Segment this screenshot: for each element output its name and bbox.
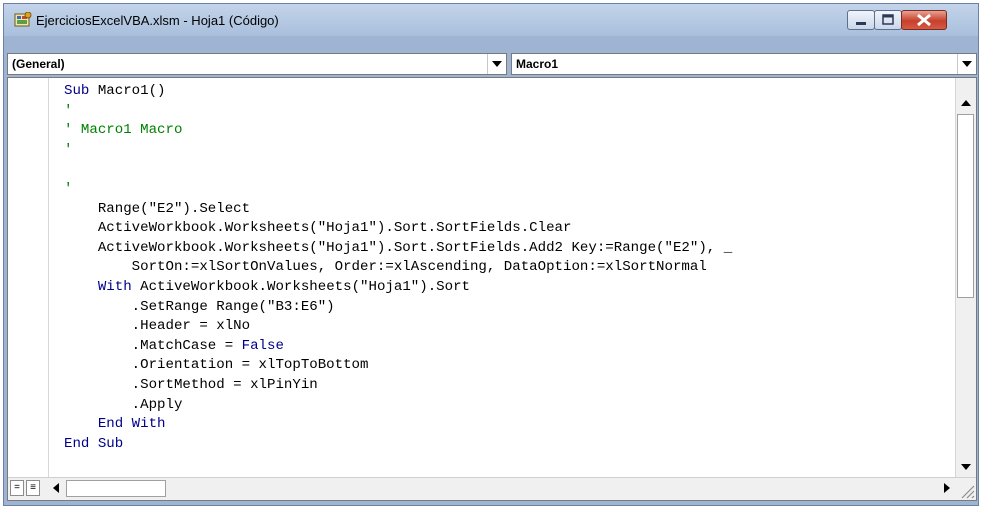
code-text-run: .MatchCase = <box>64 337 242 354</box>
horizontal-scroll-thumb[interactable] <box>66 480 166 497</box>
code-line[interactable]: With ActiveWorkbook.Worksheets("Hoja1").… <box>64 278 732 298</box>
code-line[interactable] <box>64 160 732 180</box>
scroll-right-icon[interactable] <box>937 479 956 497</box>
title-bar[interactable]: EjerciciosExcelVBA.xlsm - Hoja1 (Código) <box>4 4 978 36</box>
procedure-combos: (General) Macro1 <box>7 53 977 75</box>
code-line[interactable]: End Sub <box>64 435 732 455</box>
code-line[interactable]: Range("E2").Select <box>64 200 732 220</box>
object-dropdown[interactable]: (General) <box>7 53 507 75</box>
full-module-view-button[interactable]: ≡ <box>26 480 40 496</box>
code-text-run: ActiveWorkbook.Worksheets("Hoja1").Sort <box>131 278 470 295</box>
code-keyword: With <box>97 278 132 295</box>
vertical-scrollbar[interactable] <box>955 78 976 478</box>
code-line[interactable]: SortOn:=xlSortOnValues, Order:=xlAscendi… <box>64 258 732 278</box>
code-line[interactable]: ActiveWorkbook.Worksheets("Hoja1").Sort.… <box>64 219 732 239</box>
chevron-down-icon[interactable] <box>957 54 976 74</box>
code-keyword: False <box>241 337 284 354</box>
code-text-run <box>64 279 98 295</box>
code-line[interactable]: ActiveWorkbook.Worksheets("Hoja1").Sort.… <box>64 239 732 259</box>
scroll-down-icon[interactable] <box>956 458 975 476</box>
margin-indicator-bar[interactable] <box>8 78 49 478</box>
close-icon <box>917 13 931 27</box>
code-text[interactable]: Sub Macro1() ' ' Macro1 Macro ' ' Range("E2"… <box>64 82 732 454</box>
maximize-button[interactable] <box>874 10 902 30</box>
window-title: EjerciciosExcelVBA.xlsm - Hoja1 (Código) <box>36 13 279 28</box>
procedure-dropdown-value: Macro1 <box>516 57 559 71</box>
horizontal-scrollbar[interactable] <box>46 479 956 498</box>
vertical-scroll-thumb[interactable] <box>957 114 974 298</box>
code-text-run: Macro1() <box>89 83 166 99</box>
code-line[interactable]: ' <box>64 180 732 200</box>
code-window: EjerciciosExcelVBA.xlsm - Hoja1 (Código)… <box>3 3 979 506</box>
chevron-down-icon[interactable] <box>487 54 506 74</box>
code-line[interactable]: Sub Macro1() <box>64 82 732 102</box>
code-line[interactable]: ' <box>64 141 732 161</box>
code-keyword: Sub <box>64 83 90 99</box>
bottom-bar: = ≡ <box>8 477 976 500</box>
code-line[interactable]: ' Macro1 Macro <box>64 121 732 141</box>
code-line[interactable]: .Apply <box>64 396 732 416</box>
code-editor[interactable]: Sub Macro1() ' ' Macro1 Macro ' ' Range("E2"… <box>7 77 977 501</box>
code-line[interactable]: .SetRange Range("B3:E6") <box>64 298 732 318</box>
close-button[interactable] <box>901 10 947 30</box>
procedure-view-button[interactable]: = <box>10 480 24 496</box>
minimize-button[interactable] <box>847 10 875 30</box>
minimize-icon <box>856 22 866 25</box>
vba-module-icon <box>14 12 32 27</box>
code-line[interactable]: ' <box>64 102 732 122</box>
code-line[interactable]: .Orientation = xlTopToBottom <box>64 356 732 376</box>
scroll-up-icon[interactable] <box>956 94 975 112</box>
scroll-left-icon[interactable] <box>46 479 65 497</box>
procedure-dropdown[interactable]: Macro1 <box>511 53 977 75</box>
code-line[interactable]: .MatchCase = False <box>64 337 732 357</box>
code-line[interactable]: End With <box>64 415 732 435</box>
code-line[interactable]: .Header = xlNo <box>64 317 732 337</box>
maximize-icon <box>882 14 894 25</box>
code-line[interactable]: .SortMethod = xlPinYin <box>64 376 732 396</box>
resize-grip-icon[interactable] <box>956 480 976 500</box>
object-dropdown-value: (General) <box>12 57 65 71</box>
